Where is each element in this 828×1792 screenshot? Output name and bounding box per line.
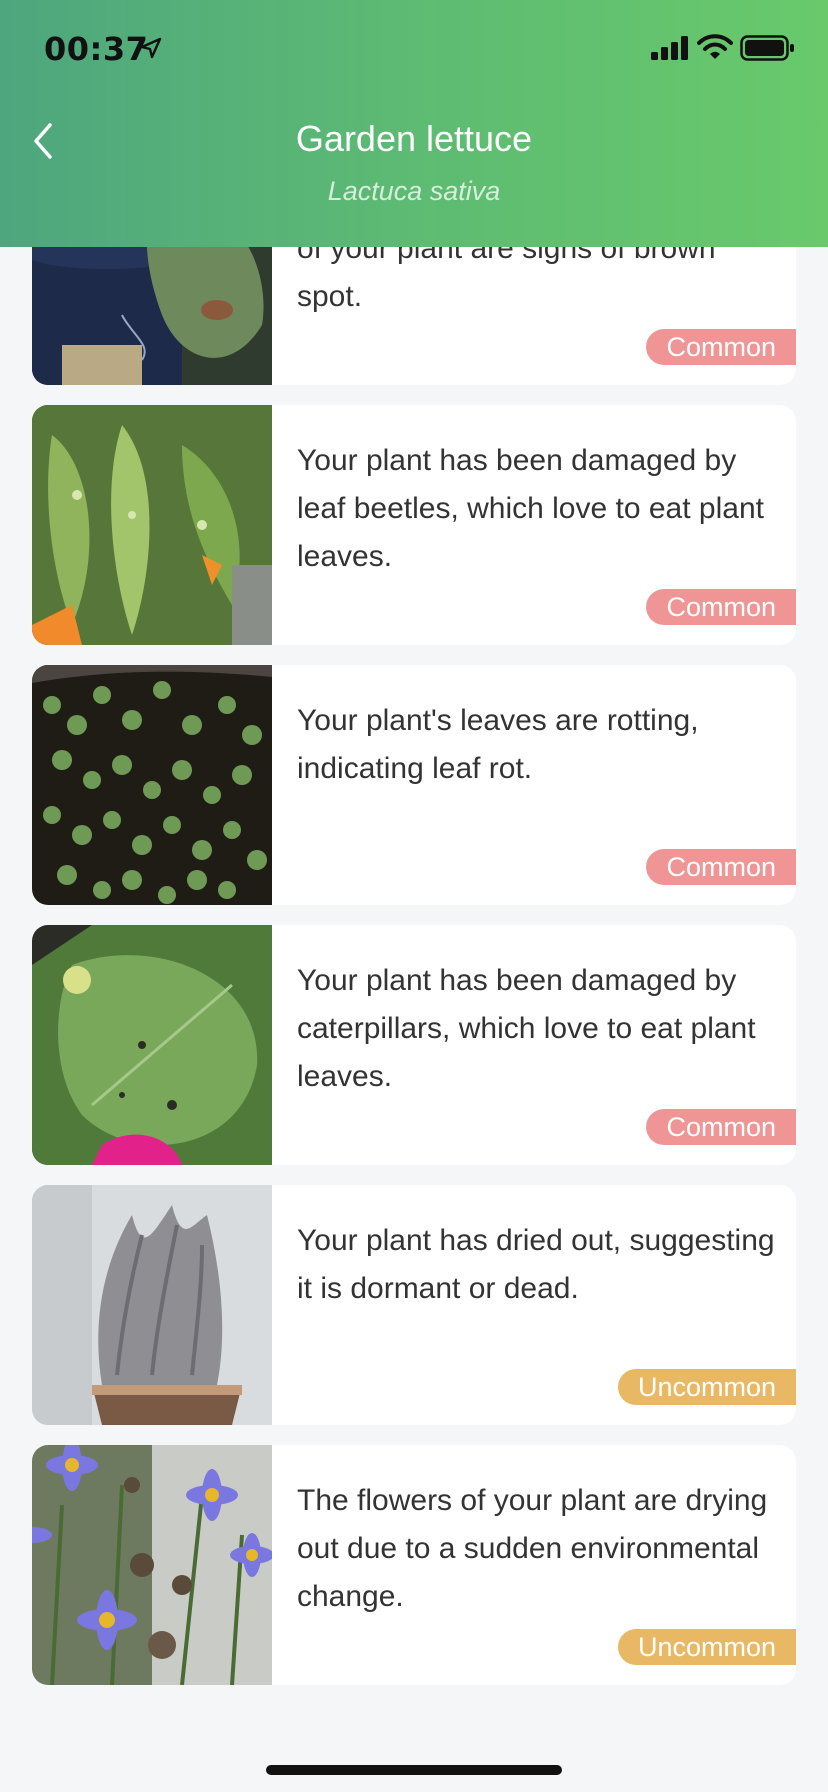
issue-list: of your plant are signs of brown spot. C…	[0, 0, 828, 1792]
issue-card-leaf-rot[interactable]: Your plant's leaves are rotting, indicat…	[32, 665, 796, 905]
issue-card-caterpillars[interactable]: Your plant has been damaged by caterpill…	[32, 925, 796, 1165]
navigation-header: 00:37 Garden lettuce Lactuca sativa	[0, 0, 828, 247]
leaf-beetles-photo	[32, 405, 272, 645]
dried-out-photo	[32, 1185, 272, 1425]
battery-icon	[740, 35, 794, 61]
frequency-badge: Uncommon	[617, 1369, 796, 1405]
leaf-rot-photo	[32, 665, 272, 905]
issue-description: Your plant has been damaged by leaf beet…	[297, 444, 764, 573]
status-time: 00:37	[44, 30, 149, 68]
frequency-badge: Common	[646, 329, 796, 365]
frequency-badge: Common	[646, 1109, 796, 1145]
cellular-signal-icon	[651, 36, 688, 60]
issue-card-dried-out[interactable]: Your plant has dried out, suggesting it …	[32, 1185, 796, 1425]
issue-description: Your plant's leaves are rotting, indicat…	[297, 704, 699, 785]
issue-card-leaf-beetles[interactable]: Your plant has been damaged by leaf beet…	[32, 405, 796, 645]
issue-description: The flowers of your plant are drying out…	[297, 1484, 768, 1613]
frequency-badge: Common	[646, 589, 796, 625]
issue-description: Your plant has dried out, suggesting it …	[297, 1224, 775, 1305]
page-title: Garden lettuce	[295, 118, 533, 159]
page-subtitle-scientific-name: Lactuca sativa	[327, 176, 501, 206]
location-arrow-icon	[140, 37, 162, 59]
wifi-icon	[697, 34, 733, 59]
caterpillars-photo	[32, 925, 272, 1165]
frequency-badge: Common	[646, 849, 796, 885]
issue-card-flowers-drying[interactable]: The flowers of your plant are drying out…	[32, 1445, 796, 1685]
flowers-drying-photo	[32, 1445, 272, 1685]
home-indicator[interactable]	[266, 1765, 562, 1775]
frequency-badge: Uncommon	[617, 1629, 796, 1665]
issue-description: Your plant has been damaged by caterpill…	[297, 964, 756, 1093]
